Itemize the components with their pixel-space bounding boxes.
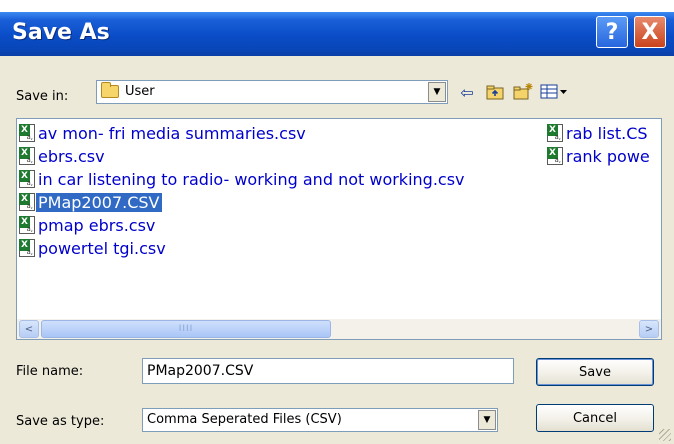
chevron-right-icon: > <box>644 323 654 335</box>
save-as-type-value: Comma Seperated Files (CSV) <box>147 412 342 427</box>
file-name: PMap2007.CSV <box>36 192 162 212</box>
close-button[interactable]: X <box>634 16 666 48</box>
excel-csv-icon <box>19 216 35 234</box>
file-item[interactable]: rab list.CS <box>547 123 650 143</box>
help-button[interactable]: ? <box>596 16 628 48</box>
up-folder-icon[interactable] <box>484 82 506 102</box>
folder-icon <box>101 82 119 98</box>
excel-csv-icon <box>19 239 35 257</box>
back-arrow-glyph: ⇦ <box>460 82 474 102</box>
scroll-left-button[interactable]: < <box>19 320 39 338</box>
scrollbar-thumb[interactable]: IIII <box>41 320 331 338</box>
view-menu-svg <box>540 84 567 99</box>
chevron-down-icon[interactable]: ▼ <box>428 82 446 102</box>
file-name: rank powe <box>566 146 650 166</box>
file-name: ebrs.csv <box>38 146 105 166</box>
cancel-button[interactable]: Cancel <box>536 404 654 432</box>
excel-csv-icon <box>19 147 35 165</box>
file-name-label: File name: <box>16 364 84 379</box>
save-button-label: Save <box>579 364 611 380</box>
file-list[interactable]: av mon- fri media summaries.csv ebrs.csv… <box>16 118 662 340</box>
excel-csv-icon <box>19 170 35 188</box>
new-folder-svg <box>513 83 533 100</box>
save-in-value: User <box>125 84 155 99</box>
file-item[interactable]: ebrs.csv <box>19 146 107 166</box>
help-icon: ? <box>605 19 619 45</box>
dialog-title: Save As <box>12 20 110 45</box>
file-name: in car listening to radio- working and n… <box>38 169 465 189</box>
save-in-dropdown[interactable]: User ▼ <box>96 80 448 104</box>
new-folder-icon[interactable] <box>512 82 534 102</box>
chevron-left-icon: < <box>24 323 34 335</box>
file-item-selected[interactable]: PMap2007.CSV <box>19 192 162 212</box>
view-menu-icon[interactable] <box>540 82 570 102</box>
file-name: rab list.CS <box>566 123 648 143</box>
excel-csv-icon <box>19 124 35 142</box>
excel-csv-icon <box>19 193 35 211</box>
file-item[interactable]: rank powe <box>547 146 652 166</box>
cancel-button-label: Cancel <box>572 410 618 426</box>
close-icon: X <box>641 19 659 45</box>
save-as-type-dropdown[interactable]: Comma Seperated Files (CSV) ▼ <box>142 408 498 432</box>
file-name: powertel tgi.csv <box>38 238 166 258</box>
file-item[interactable]: pmap ebrs.csv <box>19 215 157 235</box>
back-arrow-icon[interactable]: ⇦ <box>456 82 478 102</box>
up-folder-svg <box>486 85 504 100</box>
file-name-input[interactable] <box>142 358 514 384</box>
title-bar[interactable]: Save As ? X <box>0 12 674 56</box>
save-as-type-label: Save as type: <box>16 414 105 429</box>
grip-icon: IIII <box>178 324 194 334</box>
save-as-dialog: Save As ? X Save in: User ▼ ⇦ X a, av mo… <box>0 12 674 444</box>
excel-csv-icon <box>547 147 563 165</box>
file-name: av mon- fri media summaries.csv <box>38 123 306 143</box>
save-button[interactable]: Save <box>536 358 654 386</box>
save-in-label: Save in: <box>16 89 69 104</box>
file-item[interactable]: powertel tgi.csv <box>19 238 168 258</box>
excel-csv-icon <box>547 124 563 142</box>
chevron-down-icon[interactable]: ▼ <box>478 410 496 430</box>
file-item[interactable]: in car listening to radio- working and n… <box>19 169 467 189</box>
horizontal-scrollbar[interactable]: < IIII > <box>17 319 661 339</box>
file-name: pmap ebrs.csv <box>38 215 156 235</box>
resize-grip-icon[interactable] <box>659 429 671 441</box>
scroll-right-button[interactable]: > <box>639 320 659 338</box>
file-item[interactable]: av mon- fri media summaries.csv <box>19 123 308 143</box>
